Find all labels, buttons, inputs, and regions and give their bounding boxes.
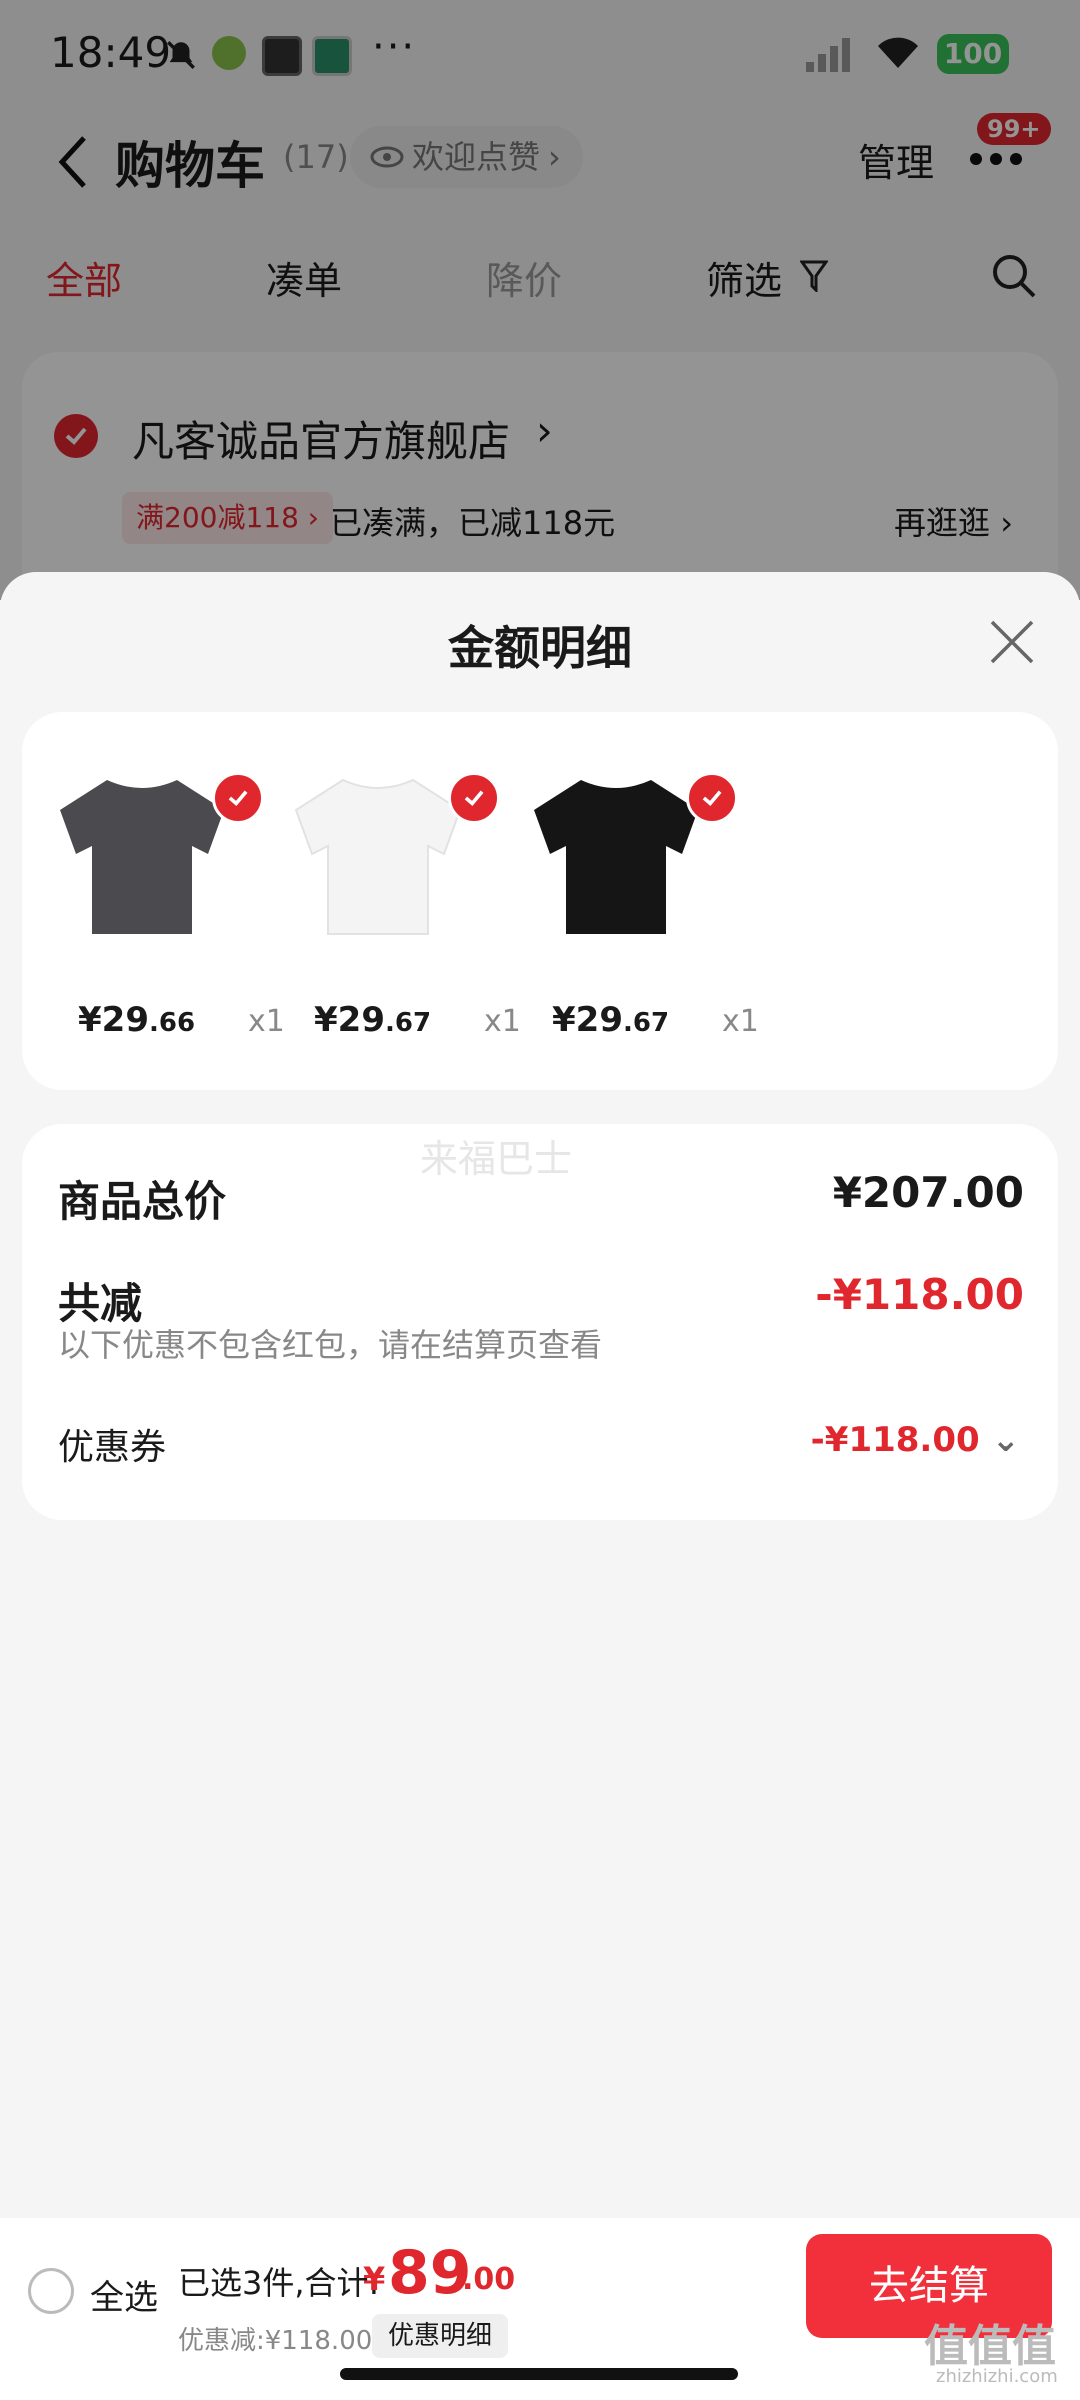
- product-list: ¥29.66 x1 ¥29.67 x1 ¥29.67 x1: [22, 712, 1058, 1090]
- product-checkbox[interactable]: [212, 772, 264, 824]
- close-icon[interactable]: [988, 618, 1036, 666]
- watermark-text: 来福巴士: [420, 1137, 573, 1181]
- select-all-radio[interactable]: [28, 2268, 74, 2314]
- checkout-bar: 全选 已选3件,合计: ¥ 89 .00 优惠减:¥118.00 优惠明细 去结…: [0, 2218, 1080, 2400]
- amount-detail-sheet: 金额明细 ¥29.66 x1 ¥29.67 x1 ¥29.67 x1 商品总价 …: [0, 572, 1080, 2222]
- corner-watermark-url: zhizhizhi.com: [936, 2366, 1058, 2387]
- price-decimal: .66: [148, 1008, 196, 1038]
- total-reduction-value: -¥118.00: [815, 1270, 1024, 1319]
- coupon-amount: -¥118.00: [810, 1420, 980, 1460]
- product-quantity: x1: [722, 1004, 759, 1039]
- product-checkbox[interactable]: [686, 772, 738, 824]
- total-currency: ¥: [363, 2260, 386, 2298]
- total-amount: 89: [388, 2238, 472, 2308]
- sheet-title: 金额明细: [448, 621, 632, 675]
- check-icon: [702, 790, 722, 806]
- cart-page-background: 18:49 ··· 100 购物车 (17) 欢迎点赞 › 管理 99+ 全部 …: [0, 0, 1080, 652]
- chevron-down-icon: ⌄: [991, 1420, 1021, 1460]
- product-checkbox[interactable]: [448, 772, 500, 824]
- corner-watermark: 值值值: [924, 2321, 1056, 2372]
- tshirt-image: [534, 780, 698, 934]
- dim-overlay[interactable]: [0, 0, 1080, 600]
- product-item[interactable]: ¥29.66 x1: [22, 712, 285, 1090]
- product-item[interactable]: ¥29.67 x1: [496, 712, 759, 1090]
- price-decimal: .67: [622, 1008, 670, 1038]
- tshirt-image: [60, 780, 224, 934]
- home-indicator[interactable]: [340, 2368, 738, 2380]
- coupon-value[interactable]: -¥118.00 ⌄: [811, 1420, 1020, 1460]
- coupon-label: 优惠券: [58, 1427, 167, 1468]
- reduction-note: 以下优惠不包含红包，请在结算页查看: [58, 1326, 603, 1364]
- select-all-label[interactable]: 全选: [90, 2270, 158, 2319]
- price-decimal: .67: [384, 1008, 432, 1038]
- check-icon: [464, 790, 484, 806]
- total-price-label: 商品总价: [58, 1177, 227, 1226]
- price-integer: ¥29: [314, 1000, 385, 1040]
- price-summary: 商品总价 ¥207.00 共减 -¥118.00 以下优惠不包含红包，请在结算页…: [22, 1124, 1058, 1520]
- product-price: ¥29.67: [552, 1000, 669, 1040]
- selected-summary: 已选3件,合计:: [178, 2264, 380, 2302]
- discount-detail-button[interactable]: 优惠明细: [372, 2314, 509, 2358]
- total-price-value: ¥207.00: [832, 1168, 1024, 1217]
- discount-text: 优惠减:¥118.00: [178, 2326, 373, 2356]
- product-price: ¥29.67: [314, 1000, 431, 1040]
- product-item[interactable]: ¥29.67 x1: [258, 712, 521, 1090]
- total-amount-decimal: .00: [462, 2262, 516, 2297]
- price-integer: ¥29: [552, 1000, 623, 1040]
- product-price: ¥29.66: [78, 1000, 195, 1040]
- check-icon: [228, 790, 248, 806]
- price-integer: ¥29: [78, 1000, 149, 1040]
- tshirt-image: [294, 778, 462, 935]
